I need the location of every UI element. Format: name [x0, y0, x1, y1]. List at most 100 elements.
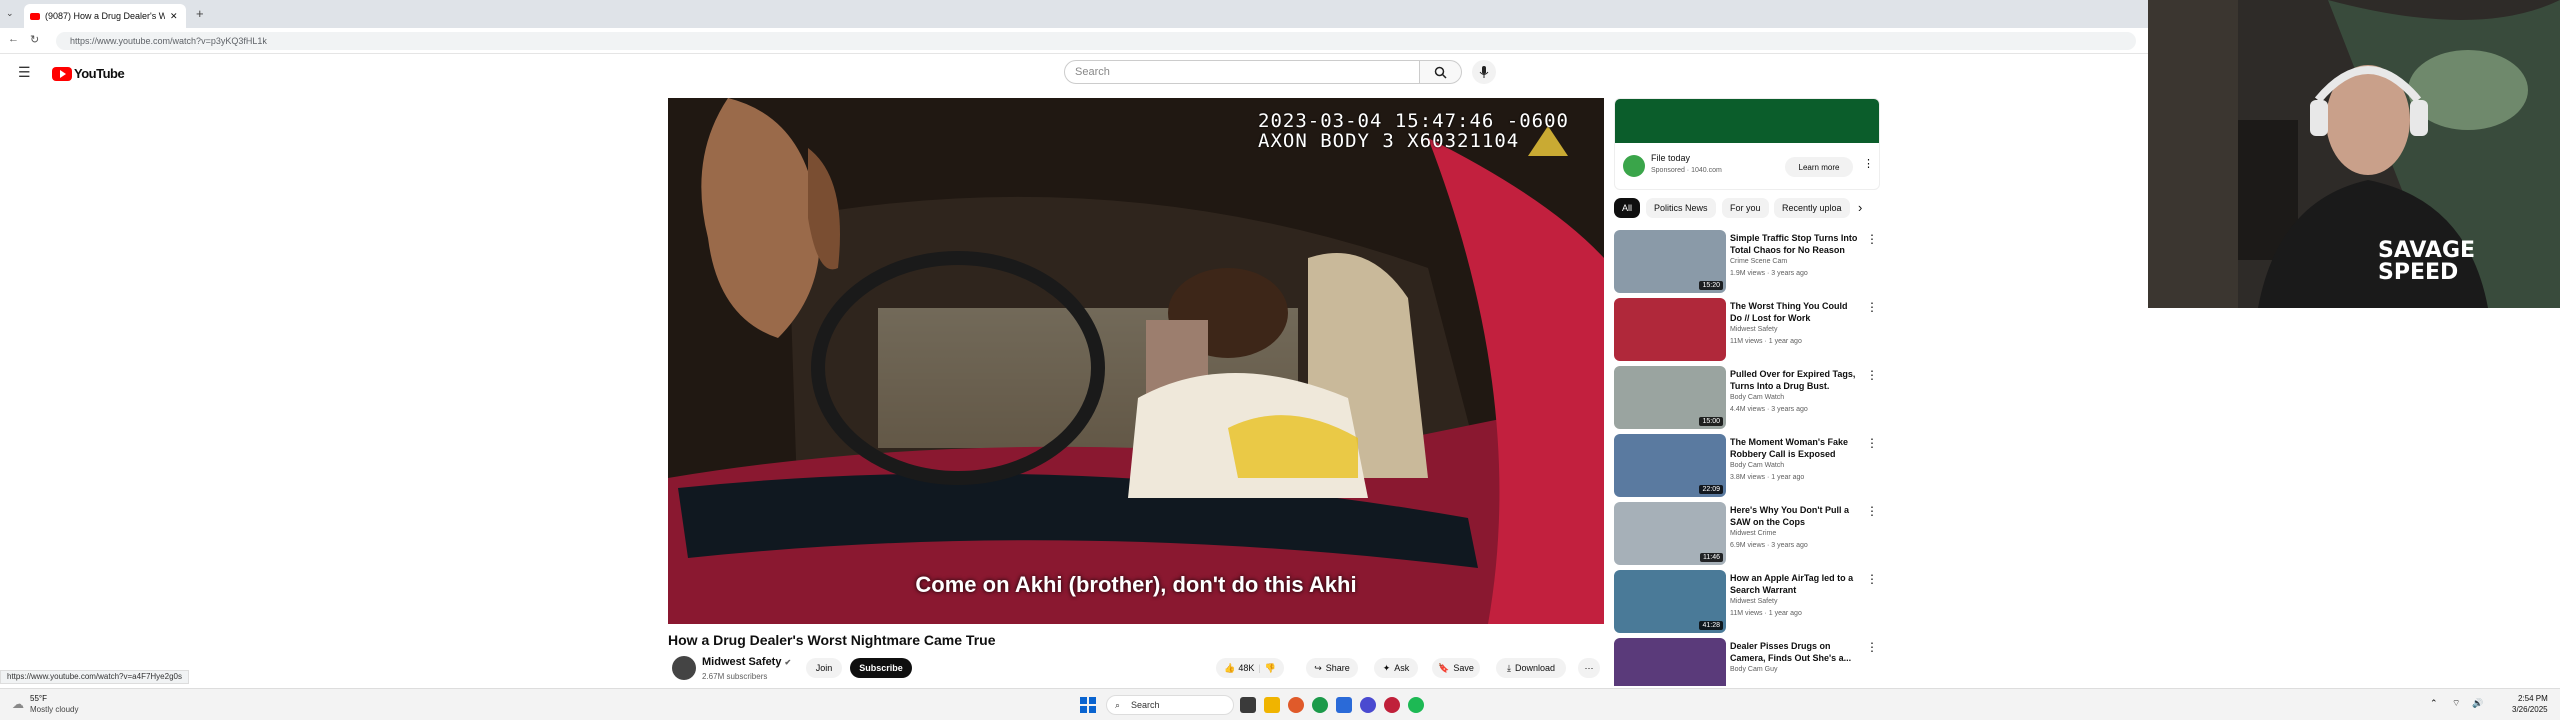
clock-time[interactable]: 2:54 PM — [2518, 694, 2548, 703]
back-icon[interactable]: ← — [8, 33, 19, 45]
recommendation-channel: Body Cam Watch — [1730, 394, 1785, 401]
url-field[interactable]: https://www.youtube.com/watch?v=p3yKQ3fH… — [56, 32, 2136, 50]
file-explorer-icon[interactable] — [1264, 697, 1280, 713]
recommendation-item[interactable]: 41:28 How an Apple AirTag led to a Searc… — [1614, 570, 1886, 634]
volume-icon[interactable]: 🔊 — [2472, 698, 2483, 709]
sidebar-ad[interactable]: File today Sponsored · 1040.com Learn mo… — [1614, 98, 1880, 190]
search-input[interactable]: Search — [1064, 60, 1420, 84]
download-label: Download — [1514, 663, 1555, 673]
weather-temperature[interactable]: 55°F — [30, 694, 47, 703]
channel-name[interactable]: Midwest Safety ✔ — [702, 656, 791, 668]
close-tab-icon[interactable]: ✕ — [170, 11, 178, 22]
clock-date[interactable]: 3/26/2025 — [2512, 705, 2548, 714]
network-icon[interactable]: ⌔ — [2452, 698, 2460, 709]
recommendation-item[interactable]: 11:46 Here's Why You Don't Pull a SAW on… — [1614, 502, 1886, 566]
more-actions-button[interactable]: ⋯ — [1578, 658, 1600, 678]
bodycam-device-id: AXON BODY 3 X60321104 — [1258, 130, 1520, 152]
bodycam-timestamp: 2023-03-04 15:47:46 -0600 — [1258, 110, 1569, 132]
recommendation-thumbnail: 41:28 — [1614, 570, 1726, 633]
reload-icon[interactable]: ↻ — [30, 33, 39, 46]
video-frame-image — [668, 98, 1604, 624]
duration-badge: 15:20 — [1699, 281, 1723, 290]
more-vertical-icon[interactable]: ⋮ — [1866, 436, 1878, 450]
download-button[interactable]: ⤓ Download — [1496, 658, 1566, 678]
search-button[interactable] — [1420, 60, 1462, 84]
youtube-play-icon — [52, 66, 72, 81]
youtube-favicon-icon — [30, 12, 40, 20]
sparkle-icon: ✦ — [1382, 662, 1391, 673]
more-vertical-icon[interactable]: ⋮ — [1866, 640, 1878, 654]
chip-all[interactable]: All — [1614, 198, 1641, 218]
like-button[interactable]: 👍 48K — [1224, 663, 1254, 674]
weather-icon[interactable]: ☁ — [12, 697, 24, 711]
subscriber-count: 2.67M subscribers — [702, 672, 768, 681]
recommendation-meta: 1.9M views · 3 years ago — [1730, 270, 1808, 277]
recommendation-item[interactable]: 22:09 The Moment Woman's Fake Robbery Ca… — [1614, 434, 1886, 498]
recommendation-item[interactable]: Dealer Pisses Drugs on Camera, Finds Out… — [1614, 638, 1886, 686]
like-dislike-group: 👍 48K | 👎 — [1216, 658, 1284, 678]
ad-sponsor: Sponsored · 1040.com — [1651, 167, 1722, 174]
channel-avatar[interactable] — [672, 656, 696, 680]
ask-button[interactable]: ✦ Ask — [1374, 658, 1418, 678]
menu-icon[interactable]: ☰ — [18, 64, 31, 81]
ad-more-icon[interactable]: ⋮ — [1863, 157, 1874, 170]
recommendation-thumbnail — [1614, 298, 1726, 361]
duration-badge: 11:46 — [1700, 553, 1723, 562]
browser-tab[interactable]: (9087) How a Drug Dealer's Wo ✕ — [24, 4, 186, 28]
more-vertical-icon[interactable]: ⋮ — [1866, 368, 1878, 382]
voice-search-button[interactable] — [1472, 60, 1496, 84]
verified-icon: ✔ — [784, 658, 792, 667]
search-icon — [1434, 66, 1447, 79]
ad-banner-image — [1615, 99, 1879, 143]
microphone-icon — [1479, 65, 1489, 78]
recommendation-channel: Midwest Safety — [1730, 326, 1778, 333]
recommendation-meta: 6.9M views · 3 years ago — [1730, 542, 1808, 549]
video-title: How a Drug Dealer's Worst Nightmare Came… — [668, 632, 996, 648]
dislike-button[interactable]: 👎 — [1265, 663, 1276, 674]
more-vertical-icon[interactable]: ⋮ — [1866, 504, 1878, 518]
start-icon[interactable] — [1080, 697, 1096, 713]
new-tab-icon[interactable]: + — [196, 6, 204, 21]
ad-title: File today — [1651, 153, 1691, 163]
chip-politics-news[interactable]: Politics News — [1646, 198, 1716, 218]
store-icon[interactable] — [1336, 697, 1352, 713]
more-vertical-icon[interactable]: ⋮ — [1866, 232, 1878, 246]
tab-list-icon[interactable]: ⌄ — [6, 8, 14, 19]
more-vertical-icon[interactable]: ⋮ — [1866, 300, 1878, 314]
share-icon: ↪ — [1314, 662, 1322, 673]
task-view-icon[interactable] — [1240, 697, 1256, 713]
recommendation-channel: Midwest Crime — [1730, 530, 1777, 537]
thumbs-up-icon: 👍 — [1224, 662, 1236, 673]
webcam-image — [2148, 0, 2560, 308]
youtube-logo[interactable]: YouTube — [52, 66, 125, 81]
share-button[interactable]: ↪ Share — [1306, 658, 1358, 678]
recommendation-title: Here's Why You Don't Pull a SAW on the C… — [1730, 505, 1849, 527]
address-bar-row: ← ↻ https://www.youtube.com/watch?v=p3yK… — [0, 28, 2148, 54]
subscribe-button[interactable]: Subscribe — [850, 658, 912, 678]
video-player[interactable]: 2023-03-04 15:47:46 -0600 AXON BODY 3 X6… — [668, 98, 1604, 624]
recommendation-title: The Moment Woman's Fake Robbery Call is … — [1730, 437, 1848, 459]
chrome-icon[interactable] — [1312, 697, 1328, 713]
edge-icon[interactable] — [1360, 697, 1376, 713]
bookmark-icon: 🔖 — [1438, 662, 1450, 673]
chip-for-you[interactable]: For you — [1722, 198, 1769, 218]
taskbar-search[interactable]: ⌕ Search — [1106, 695, 1234, 715]
learn-more-button[interactable]: Learn more — [1785, 157, 1853, 177]
webcam-shirt-text: SAVAGE SPEED — [2378, 240, 2475, 284]
spotify-icon[interactable] — [1408, 697, 1424, 713]
join-button[interactable]: Join — [806, 658, 842, 678]
recommendation-item[interactable]: 15:00 Pulled Over for Expired Tags, Turn… — [1614, 366, 1886, 430]
more-vertical-icon[interactable]: ⋮ — [1866, 572, 1878, 586]
save-button[interactable]: 🔖 Save — [1432, 658, 1480, 678]
copilot-icon[interactable] — [1288, 697, 1304, 713]
tray-chevron-icon[interactable]: ⌃ — [2430, 698, 2438, 709]
chip-recently-uploaded[interactable]: Recently uploa — [1774, 198, 1850, 218]
app-icon[interactable] — [1384, 697, 1400, 713]
thumbs-down-icon: 👎 — [1264, 662, 1276, 673]
chevron-right-icon[interactable]: › — [1858, 200, 1862, 215]
recommendation-title: Pulled Over for Expired Tags, Turns Into… — [1730, 369, 1856, 391]
recommendation-item[interactable]: The Worst Thing You Could Do // Lost for… — [1614, 298, 1886, 362]
recommendation-channel: Body Cam Watch — [1730, 462, 1785, 469]
video-caption: Come on Akhi (brother), don't do this Ak… — [915, 572, 1357, 597]
recommendation-item[interactable]: 15:20 Simple Traffic Stop Turns Into Tot… — [1614, 230, 1886, 294]
